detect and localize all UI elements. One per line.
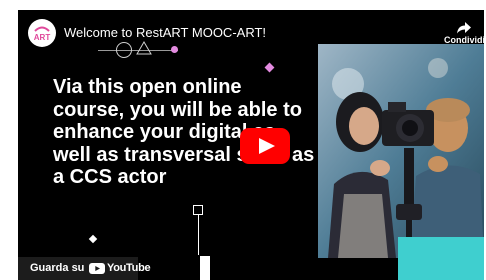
decorative-circle: [116, 42, 132, 58]
decorative-white-diamond: [88, 234, 98, 244]
video-thumbnail-photo: [318, 44, 484, 258]
share-button[interactable]: Condividi: [444, 22, 484, 56]
share-arrow-icon: [457, 22, 471, 34]
decorative-square: [193, 205, 203, 215]
decorative-vertical-line: [198, 215, 199, 255]
decorative-triangle: [136, 41, 152, 55]
channel-avatar[interactable]: ART: [28, 19, 56, 47]
player-top-bar: ART Welcome to RestART MOOC-ART! Condivi…: [18, 10, 484, 54]
watch-on-youtube-button[interactable]: Guarda su YouTube: [18, 257, 151, 280]
decorative-pink-diamond: [264, 62, 275, 73]
restart-logo-icon: ART: [34, 26, 51, 41]
watch-on-label: Guarda su: [30, 262, 85, 274]
share-label: Condividi: [444, 35, 484, 45]
decorative-white-bar: [200, 256, 210, 280]
decorative-pink-dot: [171, 46, 178, 53]
teal-accent-block: [398, 237, 484, 280]
youtube-embed-player[interactable]: ART Welcome to RestART MOOC-ART! Condivi…: [18, 10, 484, 280]
youtube-wordmark: YouTube: [107, 262, 151, 274]
video-title-link[interactable]: Welcome to RestART MOOC-ART!: [64, 25, 266, 40]
youtube-logo-icon: [89, 263, 105, 274]
svg-text:ART: ART: [34, 33, 51, 41]
youtube-play-icon[interactable]: [240, 128, 290, 164]
people-with-camera-image: [318, 44, 484, 258]
